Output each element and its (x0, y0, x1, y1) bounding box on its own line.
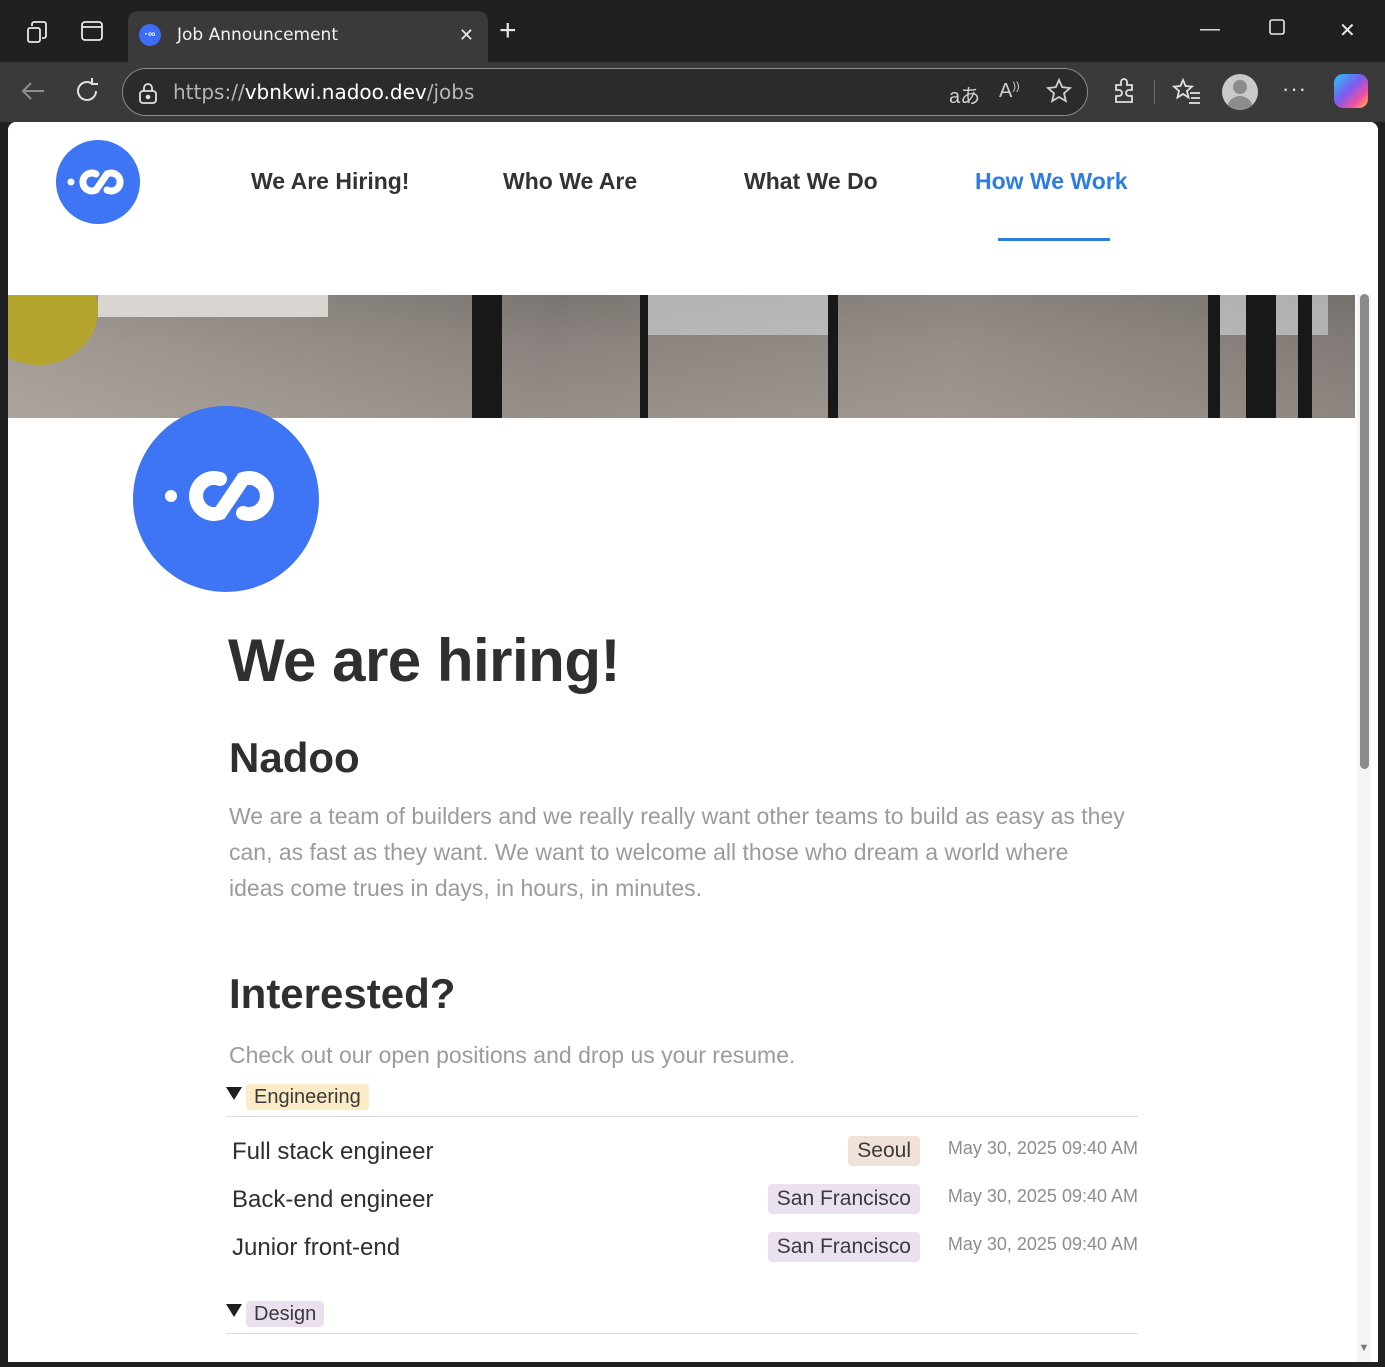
extensions-puzzle-icon[interactable] (1110, 76, 1138, 111)
toggle-triangle-icon[interactable] (226, 1087, 242, 1100)
cover-frame-post (1298, 295, 1312, 418)
job-title[interactable]: Full stack engineer (232, 1138, 433, 1166)
page-scrollbar[interactable]: ▼ (1357, 294, 1371, 1362)
toggle-triangle-icon[interactable] (226, 1304, 242, 1317)
page-viewport: We Are Hiring! Who We Are What We Do How… (8, 122, 1378, 1362)
job-row[interactable]: Back-end engineer San Francisco May 30, … (232, 1180, 1138, 1220)
scroll-down-arrow-icon[interactable]: ▼ (1357, 1342, 1371, 1354)
maximize-button[interactable] (1268, 18, 1286, 42)
favorites-icon[interactable] (1171, 76, 1202, 111)
vertical-tabs-icon[interactable] (80, 19, 106, 45)
nav-link-who-we-are[interactable]: Who We Are (503, 168, 637, 195)
cover-image (8, 295, 1355, 418)
address-bar[interactable]: https://vbnkwi.nadoo.dev/jobs aあ A)) (122, 68, 1088, 116)
profile-avatar[interactable] (1222, 74, 1258, 110)
site-logo[interactable] (56, 140, 140, 224)
avatar-body-shape (1227, 96, 1253, 110)
company-heading: Nadoo (229, 734, 360, 781)
cover-sofa-shape (98, 295, 328, 317)
avatar-head-shape (1233, 80, 1247, 94)
nav-active-underline (998, 238, 1110, 241)
back-icon[interactable] (18, 76, 48, 111)
browser-toolbar: https://vbnkwi.nadoo.dev/jobs aあ A)) ··· (0, 62, 1385, 122)
job-title[interactable]: Back-end engineer (232, 1186, 433, 1214)
job-row[interactable]: Junior front-end San Francisco May 30, 2… (232, 1228, 1138, 1268)
page-icon (133, 406, 319, 592)
nav-link-we-are-hiring[interactable]: We Are Hiring! (251, 168, 409, 195)
cta-text: Check out our open positions and drop us… (229, 1042, 796, 1068)
translate-icon[interactable]: aあ (949, 80, 980, 109)
toolbar-divider (1154, 80, 1155, 104)
tab-close-icon[interactable]: ✕ (459, 25, 474, 46)
read-aloud-icon[interactable]: A)) (999, 80, 1020, 103)
cover-frame-post (828, 295, 838, 418)
job-location-tag: Seoul (848, 1136, 920, 1166)
group-divider (226, 1116, 1138, 1117)
new-tab-button[interactable]: + (499, 16, 517, 46)
nav-link-how-we-work[interactable]: How We Work (975, 168, 1128, 195)
nav-link-what-we-do[interactable]: What We Do (744, 168, 878, 195)
cover-frame-post (1208, 295, 1220, 418)
browser-titlebar: ·∞ Job Announcement ✕ + — ✕ (0, 0, 1385, 63)
job-date: May 30, 2025 09:40 AM (947, 1186, 1138, 1206)
tab-favicon-icon: ·∞ (139, 24, 161, 46)
job-title[interactable]: Junior front-end (232, 1234, 400, 1262)
group-tag-design: Design (246, 1301, 325, 1327)
group-tag-engineering: Engineering (246, 1084, 369, 1110)
job-date: May 30, 2025 09:40 AM (947, 1138, 1138, 1158)
more-options-icon[interactable]: ··· (1282, 76, 1307, 102)
group-design-header[interactable]: Design (226, 1301, 1138, 1334)
workspaces-icon[interactable] (25, 19, 51, 45)
site-info-lock-icon[interactable] (137, 81, 159, 110)
site-header: We Are Hiring! Who We Are What We Do How… (8, 122, 1378, 295)
company-description: We are a team of builders and we really … (229, 803, 1125, 901)
job-location-tag: San Francisco (767, 1232, 920, 1262)
tab-title: Job Announcement (177, 25, 339, 45)
cover-frame-post (640, 295, 648, 418)
cover-frame-post (472, 295, 502, 418)
cta-heading: Interested? (229, 970, 456, 1017)
cover-glass-pane (648, 295, 828, 335)
url-text[interactable]: https://vbnkwi.nadoo.dev/jobs (173, 80, 474, 104)
job-row[interactable]: Full stack engineer Seoul May 30, 2025 0… (232, 1132, 1138, 1172)
close-window-button[interactable]: ✕ (1339, 18, 1356, 43)
job-location-tag: San Francisco (767, 1184, 920, 1214)
infinity-page-icon (165, 471, 274, 521)
infinity-logo-icon (67, 169, 124, 195)
group-divider (226, 1333, 1138, 1334)
job-date: May 30, 2025 09:40 AM (947, 1234, 1138, 1254)
refresh-icon[interactable] (72, 76, 102, 111)
cover-frame-post (1246, 295, 1276, 418)
browser-tab-active[interactable]: ·∞ Job Announcement ✕ (128, 11, 488, 63)
page-title: We are hiring! (228, 627, 620, 694)
copilot-icon[interactable] (1334, 74, 1368, 108)
group-engineering-header[interactable]: Engineering (226, 1084, 1138, 1117)
favorite-star-icon[interactable] (1045, 77, 1073, 111)
minimize-button[interactable]: — (1200, 18, 1220, 41)
scrollbar-thumb[interactable] (1360, 294, 1369, 769)
